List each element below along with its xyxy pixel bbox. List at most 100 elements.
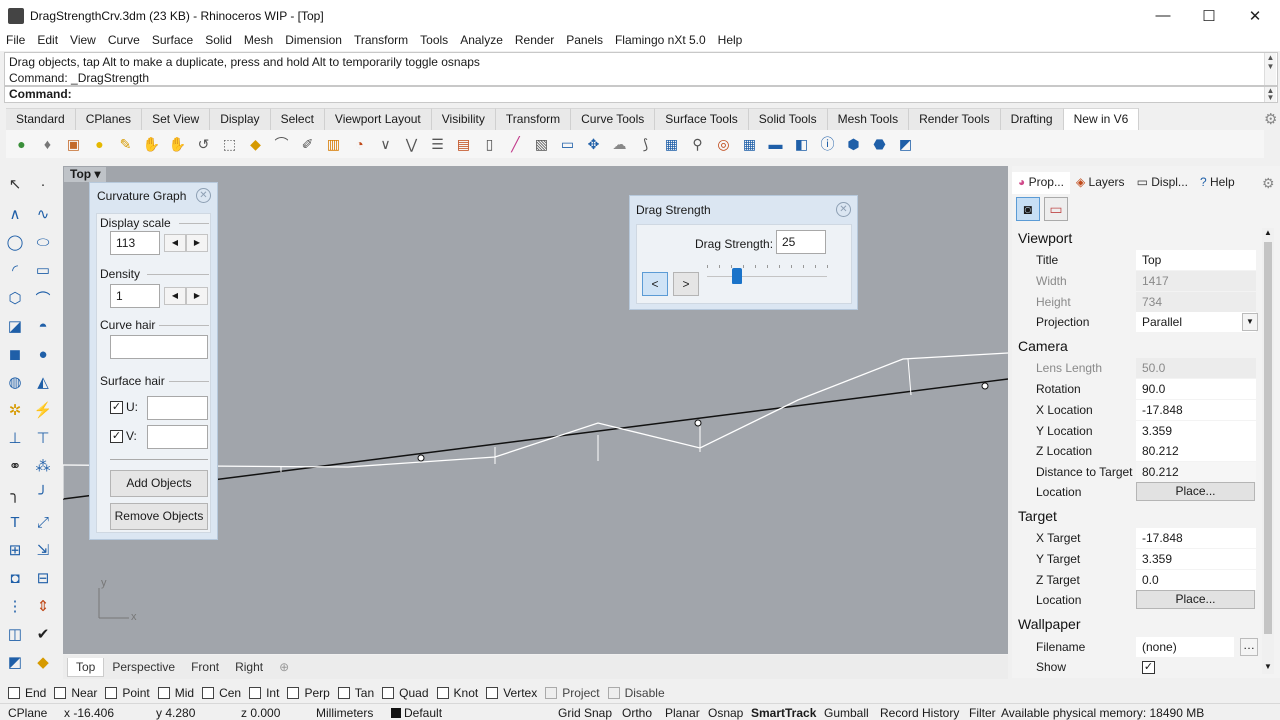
density-input[interactable]: 1 [110, 284, 160, 308]
tab-solid-tools[interactable]: Solid Tools [748, 108, 828, 130]
blend-icon[interactable]: ⋁ [400, 133, 423, 156]
density-increase[interactable]: ▶ [186, 287, 208, 305]
gauge-icon[interactable]: ◔ [348, 133, 371, 156]
align-icon[interactable]: ⇕ [31, 594, 55, 618]
viewport-title[interactable]: Top ▾ [64, 167, 107, 182]
tab-properties[interactable]: ◕ Prop... [1012, 172, 1070, 194]
block-icon[interactable]: ◧ [790, 133, 813, 156]
lines-icon[interactable]: ☰ [426, 133, 449, 156]
menu-flamingo[interactable]: Flamingo nXt 5.0 [609, 31, 712, 51]
mesh-icon[interactable]: ⬣ [868, 133, 891, 156]
lamp-icon[interactable]: ♦ [36, 133, 59, 156]
chamfer-icon[interactable]: ╯ [31, 482, 55, 506]
surface-icon[interactable]: ◪ [3, 314, 27, 338]
gumball-icon[interactable]: ✋ [166, 133, 189, 156]
grid-snap-toggle[interactable]: Grid Snap [558, 706, 612, 720]
density-decrease[interactable]: ◀ [164, 287, 186, 305]
osnap-toggle[interactable]: Osnap [708, 706, 743, 720]
tab-mesh-tools[interactable]: Mesh Tools [827, 108, 910, 130]
analyze-icon[interactable]: ◩ [3, 650, 27, 674]
cylinder-icon[interactable]: ◍ [3, 370, 27, 394]
scroll-down-icon[interactable]: ▼ [1262, 662, 1274, 674]
ellipse-icon[interactable]: ⬭ [31, 230, 55, 254]
tab-right[interactable]: Right [227, 658, 271, 676]
menu-surface[interactable]: Surface [146, 31, 199, 51]
menu-dimension[interactable]: Dimension [279, 31, 348, 51]
prop-value[interactable]: 3.359 [1136, 549, 1256, 569]
osnap-project[interactable]: Project [545, 686, 600, 700]
osnap-checkbox[interactable] [486, 687, 499, 699]
prop-value[interactable]: Top [1136, 250, 1256, 270]
osnap-checkbox[interactable] [105, 687, 118, 699]
curve-icon[interactable]: ↺ [192, 133, 215, 156]
tab-display[interactable]: ▭ Displ... [1131, 172, 1194, 194]
freeform-icon[interactable]: ⌒ [31, 286, 55, 310]
osnap-checkbox[interactable] [337, 687, 350, 699]
tab-viewport-layout[interactable]: Viewport Layout [324, 108, 432, 130]
tab-front[interactable]: Front [183, 658, 227, 676]
boolean-icon[interactable]: ⚭ [3, 454, 27, 478]
rectangle-icon[interactable]: ▭ [31, 258, 55, 282]
menu-edit[interactable]: Edit [31, 31, 64, 51]
osnap-checkbox[interactable] [382, 687, 395, 699]
fence-icon[interactable]: ▥ [322, 133, 345, 156]
gear-icon[interactable]: ⚙ [1264, 110, 1277, 128]
gumball-toggle[interactable]: Gumball [824, 706, 869, 720]
sphere-icon[interactable]: ● [31, 342, 55, 366]
menu-view[interactable]: View [64, 31, 102, 51]
cloud-icon[interactable]: ☁ [608, 133, 631, 156]
layout-icon[interactable]: ▦ [660, 133, 683, 156]
info-icon[interactable]: ⓘ [816, 133, 839, 156]
osnap-checkbox[interactable] [202, 687, 215, 699]
point-icon[interactable]: · [31, 172, 55, 196]
show-checkbox[interactable]: ✓ [1142, 661, 1155, 674]
prop-value[interactable]: 3.359 [1136, 421, 1256, 441]
tab-top[interactable]: Top [67, 657, 105, 677]
projection-select[interactable]: Parallel [1136, 312, 1256, 332]
tab-curve-tools[interactable]: Curve Tools [571, 108, 656, 130]
curve-tool-icon[interactable]: ∿ [31, 202, 55, 226]
ortho-toggle[interactable]: Ortho [622, 706, 652, 720]
text-field-icon[interactable]: ▯ [478, 133, 501, 156]
minimize-button[interactable]: — [1140, 0, 1186, 31]
menu-panels[interactable]: Panels [560, 31, 609, 51]
osnap-checkbox[interactable] [54, 687, 67, 699]
drag-strength-input[interactable]: 25 [776, 230, 826, 254]
osnap-quad[interactable]: Quad [382, 686, 429, 700]
zoom-icon[interactable]: ⚲ [686, 133, 709, 156]
camera-place-button[interactable]: Place... [1136, 482, 1255, 501]
display-scale-decrease[interactable]: ◀ [164, 234, 186, 252]
close-icon[interactable]: ✕ [196, 188, 211, 203]
history-scrollbar[interactable]: ▲ ▼ [1264, 53, 1276, 85]
prop-value[interactable]: -17.848 [1136, 528, 1256, 548]
check-icon[interactable]: ✔ [31, 622, 55, 646]
tab-set-view[interactable]: Set View [142, 108, 211, 130]
circle-icon[interactable]: ◯ [3, 230, 27, 254]
render-icon[interactable]: ◆ [31, 650, 55, 674]
control-point[interactable] [694, 419, 702, 427]
chart-icon[interactable]: ▤ [452, 133, 475, 156]
box-icon[interactable]: ◼ [3, 342, 27, 366]
tangent-icon[interactable]: ∨ [374, 133, 397, 156]
cube-icon[interactable]: ◆ [244, 133, 267, 156]
tab-standard[interactable]: Standard [6, 108, 76, 130]
osnap-checkbox[interactable] [249, 687, 262, 699]
osnap-checkbox[interactable] [157, 687, 170, 699]
scroll-thumb[interactable] [1264, 242, 1272, 634]
filter-toggle[interactable]: Filter [969, 706, 996, 720]
curve-hair-color[interactable] [110, 335, 208, 359]
osnap-checkbox[interactable] [436, 687, 449, 699]
group-icon[interactable]: ⁂ [31, 454, 55, 478]
osnap-checkbox[interactable] [8, 687, 20, 699]
target-place-button[interactable]: Place... [1136, 590, 1255, 609]
tab-visibility[interactable]: Visibility [431, 108, 496, 130]
bend-curve-icon[interactable]: ⌒ [270, 133, 293, 156]
shell-icon[interactable]: ◫ [3, 622, 27, 646]
osnap-perp[interactable]: Perp [287, 686, 330, 700]
viewport-icon[interactable]: ▭ [1044, 197, 1068, 221]
add-objects-button[interactable]: Add Objects [110, 470, 208, 497]
prop-value[interactable]: 80.212 [1136, 462, 1256, 482]
revolve-icon[interactable]: ◓ [31, 314, 55, 338]
prop-value[interactable]: (none) [1136, 637, 1234, 657]
osnap-checkbox[interactable] [607, 687, 620, 699]
